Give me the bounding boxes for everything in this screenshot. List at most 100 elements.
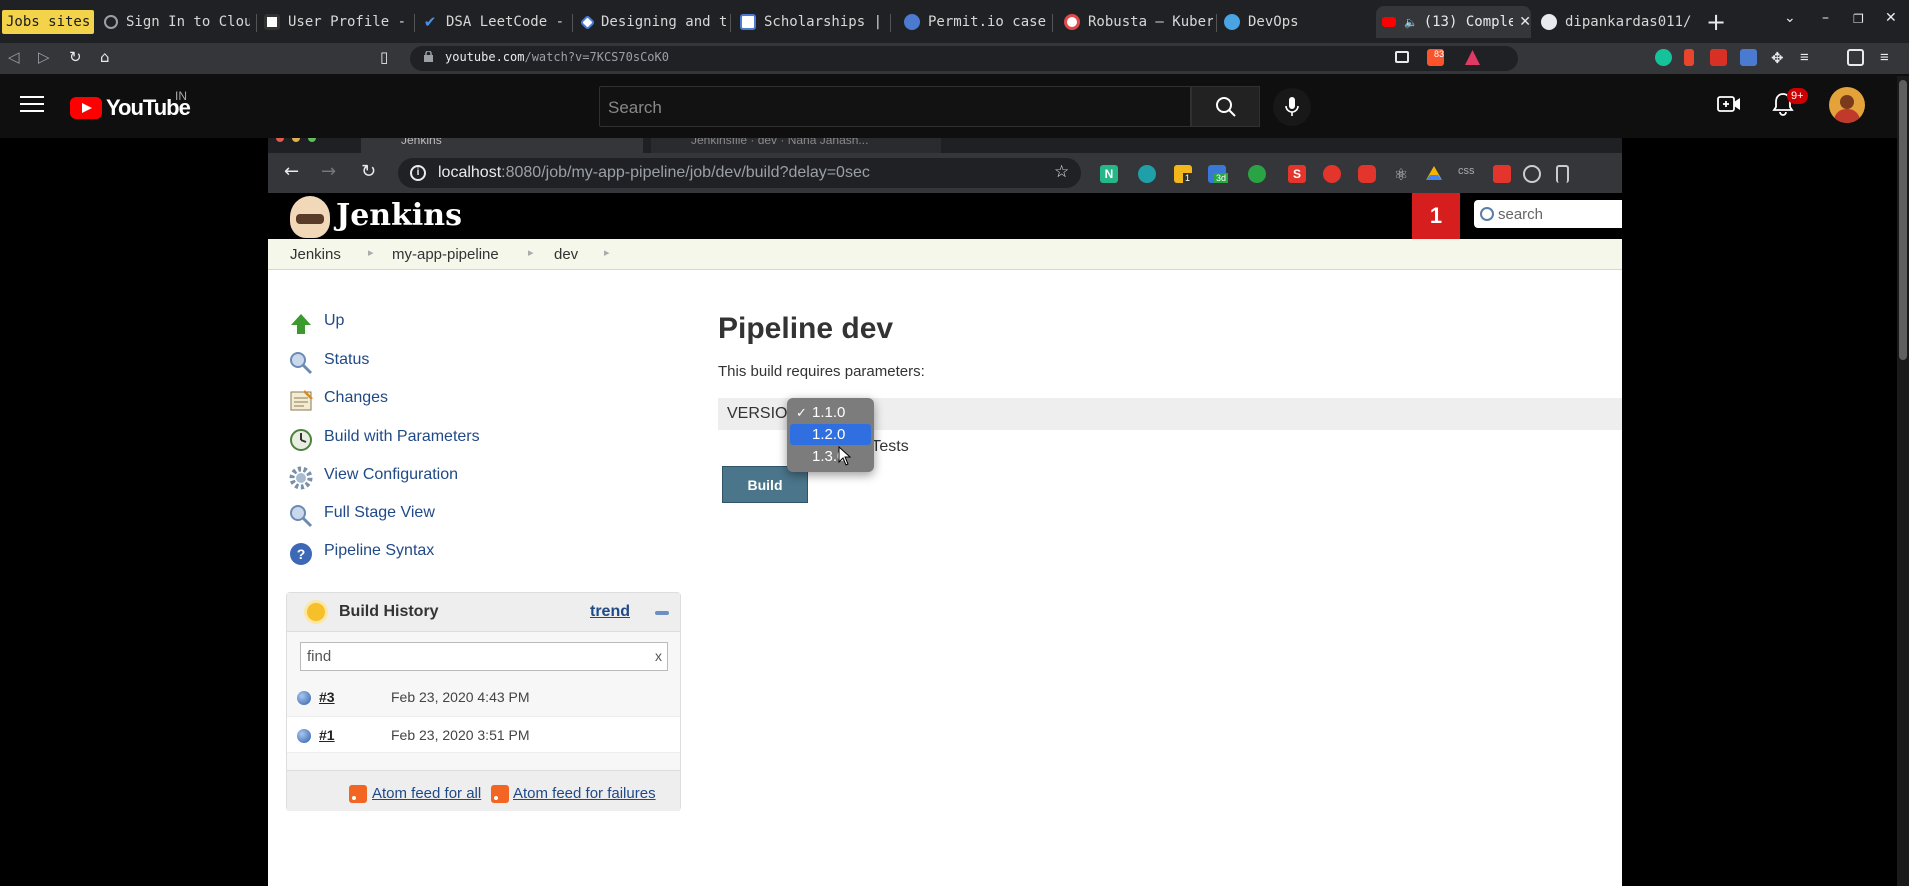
translate-icon[interactable]	[1740, 49, 1757, 66]
minimize-button[interactable]: –	[1822, 10, 1829, 26]
browser-tab[interactable]: Scholarships |	[734, 6, 886, 38]
trend-link: trend	[590, 603, 630, 620]
office-icon[interactable]	[1684, 49, 1694, 66]
inner-ext-circle-icon	[1138, 165, 1156, 183]
sun-icon	[307, 603, 325, 621]
close-window-button[interactable]: ✕	[1885, 10, 1897, 26]
create-video-icon[interactable]	[1717, 94, 1741, 114]
hamburger-menu-icon[interactable]	[20, 96, 44, 114]
lock-icon	[424, 51, 433, 62]
build-row: #3 Feb 23, 2020 4:43 PM	[287, 679, 680, 716]
rss-icon	[491, 785, 509, 803]
brave-shield-icon[interactable]: 83	[1427, 49, 1444, 66]
forward-icon[interactable]: ▷	[38, 48, 50, 66]
back-icon[interactable]: ◁	[8, 48, 20, 66]
close-tab-icon[interactable]: ✕	[1519, 14, 1531, 30]
bookmark-jobs-sites[interactable]: Jobs sites	[2, 10, 95, 34]
sidebar-item-full-stage-view: Full Stage View	[324, 504, 435, 521]
browser-tab-active[interactable]: 🔈 (13) Comple ✕	[1376, 6, 1531, 38]
speaker-icon: 🔈	[1404, 15, 1418, 29]
clock-icon	[290, 429, 312, 451]
browser-toolbar: ◁ ▷ ↻ ⌂ ▯ youtube.com/watch?v=7KCS70sCoK…	[0, 43, 1909, 74]
puzzle-icon[interactable]: ✥	[1771, 49, 1788, 67]
jenkins-search-input: search	[1474, 200, 1622, 228]
build-find-input: find x	[300, 642, 668, 671]
inner-ext-css-icon: css	[1458, 165, 1475, 177]
inner-ext-calendar-icon: 3d	[1208, 165, 1229, 183]
star-icon: ☆	[1054, 162, 1070, 182]
inner-tab-jenkinsfile[interactable]: Jenkinsfile · dev · Nana Janash...	[651, 138, 941, 153]
home-icon[interactable]: ⌂	[100, 48, 110, 66]
info-icon: i	[410, 165, 426, 181]
browser-tab[interactable]: Permit.io case	[898, 6, 1048, 38]
sidebar-item-changes: Changes	[324, 389, 389, 406]
menu-icon[interactable]: ≡	[1880, 49, 1897, 66]
inner-back-icon: ←	[284, 161, 300, 182]
permit-icon	[904, 14, 920, 30]
bookmark-icon[interactable]: ▯	[380, 48, 388, 66]
new-tab-button[interactable]: +	[1706, 8, 1726, 36]
rss-icon	[349, 785, 367, 803]
scholarships-icon	[740, 14, 756, 30]
search-input[interactable]: Search	[599, 86, 1191, 127]
inner-browser-toolbar: ← → ↻ i localhost:8080/job/my-app-pipeli…	[268, 153, 1622, 193]
build-number-link: #3	[319, 689, 335, 705]
breadcrumb-dev: dev	[554, 246, 579, 263]
address-bar[interactable]: youtube.com/watch?v=7KCS70sCoK0	[410, 46, 1518, 71]
share-icon[interactable]	[1395, 51, 1409, 63]
country-code: IN	[175, 89, 187, 103]
brave-rewards-icon[interactable]	[1464, 49, 1481, 66]
breadcrumb-separator-icon: ▸	[604, 247, 610, 259]
media-control-icon[interactable]: ≡	[1800, 49, 1817, 66]
browser-tab[interactable]: Designing and t	[574, 6, 726, 38]
maximize-button[interactable]: ❐	[1853, 12, 1864, 26]
browser-tab[interactable]: User Profile -	[258, 6, 408, 38]
notepad-icon	[290, 390, 313, 411]
sidebar-item-status: Status	[324, 351, 370, 368]
gear-icon	[289, 466, 313, 490]
breadcrumb: Jenkins ▸ my-app-pipeline ▸ dev ▸	[268, 239, 1622, 270]
avatar[interactable]	[1829, 87, 1865, 123]
github-icon	[1541, 14, 1557, 30]
inner-tab-jenkins[interactable]: Jenkins	[361, 138, 643, 153]
notification-badge: 1	[1412, 193, 1460, 239]
version-option: 1.3.0	[812, 448, 846, 465]
browser-tab[interactable]: DevOps	[1218, 6, 1368, 38]
grammarly-icon[interactable]	[1655, 49, 1672, 66]
atom-feed-all-link: Atom feed for all	[372, 785, 482, 802]
chevron-down-icon[interactable]: ⌄	[1784, 10, 1796, 26]
browser-tab[interactable]: dipankardas011/	[1535, 6, 1691, 38]
reload-icon[interactable]: ↻	[69, 48, 82, 66]
browser-tab[interactable]: Sign In to Clou	[98, 6, 250, 38]
scrollbar-thumb[interactable]	[1899, 80, 1907, 360]
inner-ext-bulb-icon	[1523, 165, 1541, 183]
inner-url-host: localhost	[438, 164, 502, 181]
sidebar-item-view-configuration: View Configuration	[324, 466, 459, 483]
browser-tab[interactable]: Robusta – Kuber	[1058, 6, 1213, 38]
wallet-icon[interactable]	[1847, 49, 1864, 66]
video-frame: Jenkins Jenkinsfile · dev · Nana Janash.…	[268, 138, 1622, 886]
help-icon: ?	[290, 543, 312, 565]
browser-tab[interactable]: ✔ DSA LeetCode -	[416, 6, 566, 38]
devops-icon	[1224, 14, 1240, 30]
inner-ext-pocket-icon	[1358, 165, 1376, 183]
extension-red-icon[interactable]	[1710, 49, 1727, 66]
youtube-icon	[1382, 17, 1396, 27]
search-button[interactable]	[1191, 86, 1260, 127]
inner-ext-adblock-icon	[1323, 165, 1341, 183]
build-history-footer: Atom feed for all Atom feed for failures	[287, 770, 680, 811]
breadcrumb-pipeline: my-app-pipeline	[392, 246, 499, 263]
clear-icon: x	[655, 648, 662, 664]
inner-ext-forward-icon	[1493, 165, 1511, 183]
breadcrumb-jenkins: Jenkins	[290, 246, 341, 263]
sidebar-item-build-with-parameters: Build with Parameters	[324, 428, 480, 445]
inner-reload-icon: ↻	[361, 161, 377, 182]
youtube-logo[interactable]: YouTube IN	[70, 89, 191, 121]
magnifier-icon	[290, 505, 313, 528]
voice-search-button[interactable]	[1273, 88, 1311, 126]
checkmark-icon: ✓	[796, 405, 807, 420]
sidebar-item-pipeline-syntax: Pipeline Syntax	[324, 542, 435, 559]
notification-count-badge: 9+	[1787, 88, 1808, 104]
inner-forward-icon: →	[321, 161, 337, 182]
up-arrow-icon	[291, 314, 311, 334]
